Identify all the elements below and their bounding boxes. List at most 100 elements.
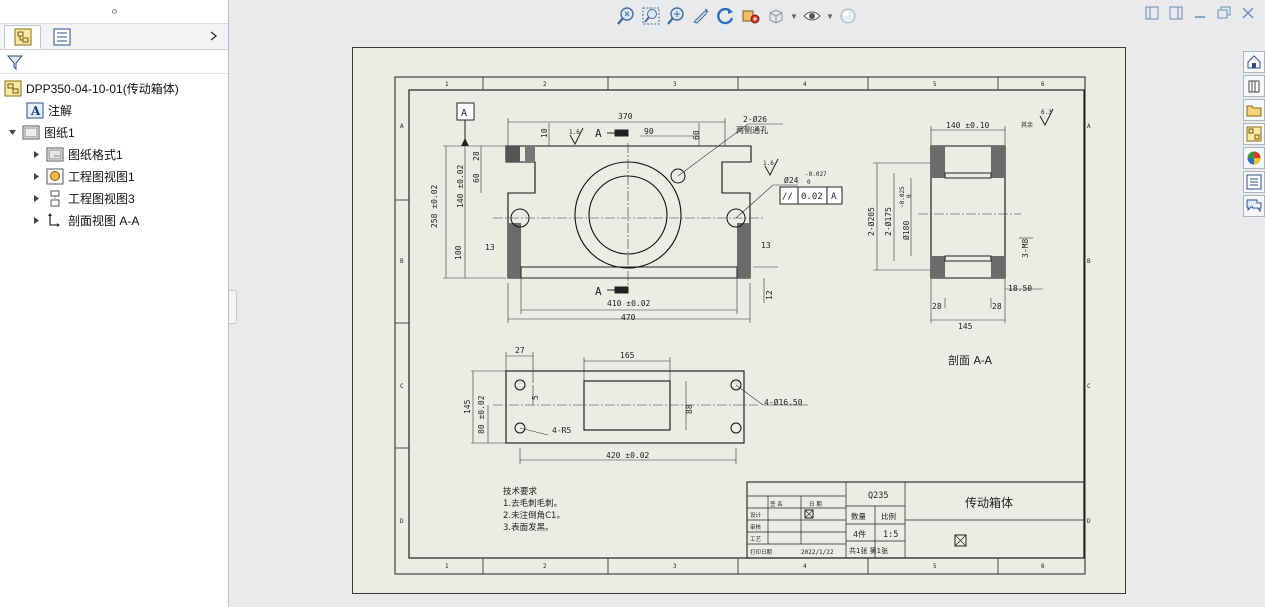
tile-right-button[interactable] — [1169, 6, 1183, 20]
expand-arrow-icon[interactable] — [30, 170, 42, 182]
signature-header: 签 名 — [770, 500, 783, 508]
zoom-area-button[interactable] — [640, 5, 662, 27]
zone-col-4-bottom: 4 — [803, 563, 807, 570]
dim-28: 28 — [472, 151, 481, 161]
top-view[interactable]: 27 165 145 80 ±0.02 5 88 4-Ø16.50 4-R5 4… — [463, 346, 808, 464]
zoom-to-fit-button[interactable] — [615, 5, 637, 27]
task-pane-appearances[interactable] — [1243, 147, 1265, 169]
feature-tree-icon — [14, 28, 31, 46]
restore-button[interactable] — [1217, 6, 1231, 20]
task-pane-custom-properties[interactable] — [1243, 171, 1265, 193]
drawing-sheet[interactable]: 1 2 3 4 5 6 1 2 3 4 5 6 A B C D A B C D — [352, 47, 1126, 594]
display-style-icon — [769, 9, 783, 24]
minimize-icon — [1195, 16, 1205, 18]
tree-item-section-view[interactable]: 剖面视图 A-A — [30, 210, 139, 230]
process-label: 工艺 — [750, 536, 762, 543]
tab-feature-tree[interactable] — [4, 25, 41, 49]
restore-icon — [1217, 6, 1231, 19]
dim-100: 100 — [454, 245, 463, 260]
tile-left-icon — [1145, 6, 1159, 20]
section-view-label: 剖面 A-A — [948, 353, 993, 367]
tree-filter[interactable] — [0, 50, 228, 74]
zone-col-1: 1 — [445, 81, 449, 88]
task-pane-file-explorer[interactable] — [1243, 99, 1265, 121]
dim-420: 420 ±0.02 — [606, 451, 650, 460]
feature-manager-panel: DPP350-04-10-01(传动箱体) A 注解 图纸1 图纸格式1 工程图… — [0, 0, 229, 607]
dim-13-right: 13 — [761, 241, 771, 250]
tolerance-datum: A — [831, 192, 837, 202]
task-pane-view-palette[interactable] — [1243, 123, 1265, 145]
dim-145-top: 145 — [463, 399, 472, 414]
zoom-in-out-button[interactable] — [665, 5, 687, 27]
scene-button[interactable] — [837, 5, 859, 27]
hide-show-button[interactable] — [801, 5, 823, 27]
zone-row-d-right: D — [1087, 518, 1091, 525]
tree-root-label: DPP350-04-10-01(传动箱体) — [26, 81, 179, 96]
tech-req-1: 1.去毛刺毛刺。 — [503, 498, 562, 509]
zone-col-3-bottom: 3 — [673, 563, 677, 570]
task-pane-forum[interactable] — [1243, 195, 1265, 217]
feature-tree: DPP350-04-10-01(传动箱体) A 注解 图纸1 图纸格式1 工程图… — [0, 74, 228, 228]
tech-requirements: 技术要求 1.去毛刺毛刺。 2.未注倒角C1。 3.表面发黑。 — [503, 486, 565, 533]
dim-2-phi205: 2-Ø205 — [866, 207, 876, 236]
forum-icon — [1246, 199, 1262, 213]
view-orientation-button[interactable] — [740, 5, 762, 27]
panel-drag-handle[interactable] — [0, 0, 228, 24]
tree-item-annotations-label: 注解 — [48, 103, 73, 118]
collapse-arrow-icon[interactable] — [6, 126, 18, 138]
tree-item-sheet[interactable]: 图纸1 — [6, 122, 75, 142]
expand-arrow-icon[interactable] — [30, 192, 42, 204]
hide-show-icon — [803, 11, 821, 21]
dim-80: 80 ±0.02 — [477, 395, 486, 434]
tree-item-drawing-view-3[interactable]: 工程图视图3 — [30, 188, 135, 208]
top-outline — [505, 370, 745, 444]
zone-col-2: 2 — [543, 81, 547, 88]
hide-show-dropdown[interactable]: ▼ — [826, 5, 834, 27]
tolerance-symbol: // — [782, 192, 793, 202]
minimize-button[interactable] — [1193, 6, 1207, 20]
tile-right-icon — [1169, 6, 1183, 20]
part-name: 传动箱体 — [965, 495, 1013, 510]
zone-col-6: 6 — [1041, 81, 1045, 88]
dim-88: 88 — [685, 404, 694, 414]
panel-expand-chevron-icon[interactable] — [204, 27, 222, 45]
title-block: Q235 传动箱体 数量 比例 4件 1:5 共1张 第1张 签 名 日 期 设… — [746, 481, 1085, 559]
tab-property-manager[interactable] — [43, 25, 80, 49]
front-dimension-texts: 370 90 60 10 2-Ø26 两侧通孔 28 60 140 ±0.02 … — [430, 112, 827, 322]
review-label: 审核 — [750, 523, 762, 531]
zoom-in-out-icon — [667, 7, 684, 25]
window-controls — [1145, 6, 1255, 20]
tree-item-annotations[interactable]: A 注解 — [26, 100, 72, 120]
design-label: 设计 — [750, 511, 762, 519]
print-date-label: 打印日期 — [750, 548, 773, 556]
task-pane-home[interactable] — [1243, 51, 1265, 73]
tree-item-sheet-format[interactable]: 图纸格式1 — [30, 144, 123, 164]
tree-root[interactable]: DPP350-04-10-01(传动箱体) — [4, 78, 179, 98]
front-outline — [505, 145, 752, 279]
filter-icon — [6, 55, 24, 70]
drawing-document-icon — [4, 80, 22, 97]
close-button[interactable] — [1241, 6, 1255, 20]
rotate-button[interactable] — [715, 5, 737, 27]
pan-button[interactable] — [690, 5, 712, 27]
print-date-value: 2022/1/22 — [801, 549, 834, 556]
expand-arrow-icon[interactable] — [30, 214, 42, 226]
task-pane-design-library[interactable] — [1243, 75, 1265, 97]
display-style-button[interactable] — [765, 5, 787, 27]
section-view-a-a[interactable]: 140 ±0.10 2-Ø205 2-Ø175 Ø180 -0.025 0 3-… — [866, 108, 1054, 367]
task-pane — [1243, 51, 1265, 221]
tile-left-button[interactable] — [1145, 6, 1159, 20]
zone-row-d: D — [400, 518, 404, 525]
zone-col-3: 3 — [673, 81, 677, 88]
display-style-dropdown[interactable]: ▼ — [790, 5, 798, 27]
dim-60-right: 60 — [692, 130, 701, 140]
datum-label: A — [461, 108, 467, 119]
sheet-count: 共1张 第1张 — [849, 546, 888, 555]
expand-arrow-icon[interactable] — [30, 148, 42, 160]
dim-470: 470 — [621, 313, 636, 322]
quantity-label: 数量 — [851, 511, 866, 521]
tree-item-drawing-view-1[interactable]: 工程图视图1 — [30, 166, 135, 186]
front-view[interactable]: A A A 1.6 1.6 370 90 60 10 2-Ø26 两侧通孔 28… — [430, 102, 843, 323]
splitter-collapse-handle[interactable] — [229, 290, 237, 324]
zone-col-6-bottom: 6 — [1041, 563, 1045, 570]
